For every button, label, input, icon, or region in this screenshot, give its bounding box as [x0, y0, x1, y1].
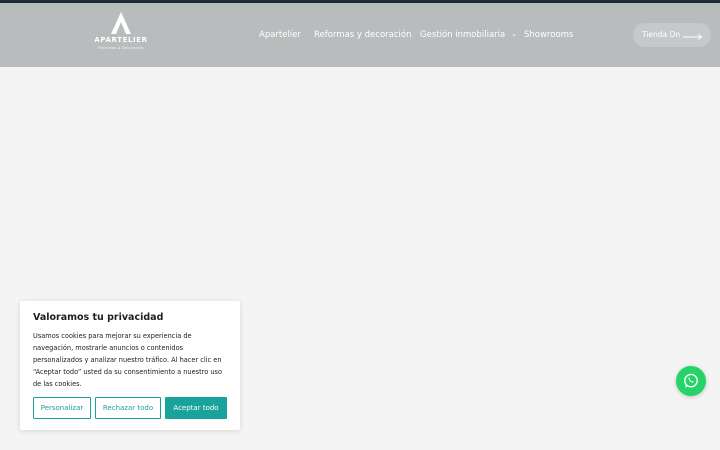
customize-button[interactable]: Personalizar	[33, 397, 91, 419]
main-navigation: Apartelier Reformas y decoración Gestión…	[0, 3, 720, 67]
accept-all-button[interactable]: Aceptar todo	[165, 397, 227, 419]
cookie-body: Usamos cookies para mejorar su experienc…	[33, 332, 222, 388]
whatsapp-icon	[684, 373, 698, 388]
nav-item-showrooms[interactable]: Showrooms	[524, 30, 573, 40]
nav-item-gestion-label: Gestión inmobiliaria	[420, 30, 506, 40]
long-arrow-right-icon	[683, 34, 703, 40]
nav-item-apartelier[interactable]: Apartelier	[259, 30, 301, 40]
chevron-down-icon: ⌄	[511, 30, 518, 38]
store-button[interactable]: Tienda On	[633, 23, 711, 47]
reject-all-button[interactable]: Rechazar todo	[95, 397, 161, 419]
cookie-title: Valoramos tu privacidad	[33, 312, 164, 323]
store-button-label: Tienda On	[642, 30, 681, 39]
nav-item-gestion[interactable]: Gestión inmobiliaria ⌄	[420, 30, 517, 40]
nav-item-reformas[interactable]: Reformas y decoración	[314, 30, 411, 40]
whatsapp-chat-button[interactable]	[676, 366, 706, 396]
cookie-consent-banner: Valoramos tu privacidad Usamos cookies p…	[20, 301, 240, 430]
